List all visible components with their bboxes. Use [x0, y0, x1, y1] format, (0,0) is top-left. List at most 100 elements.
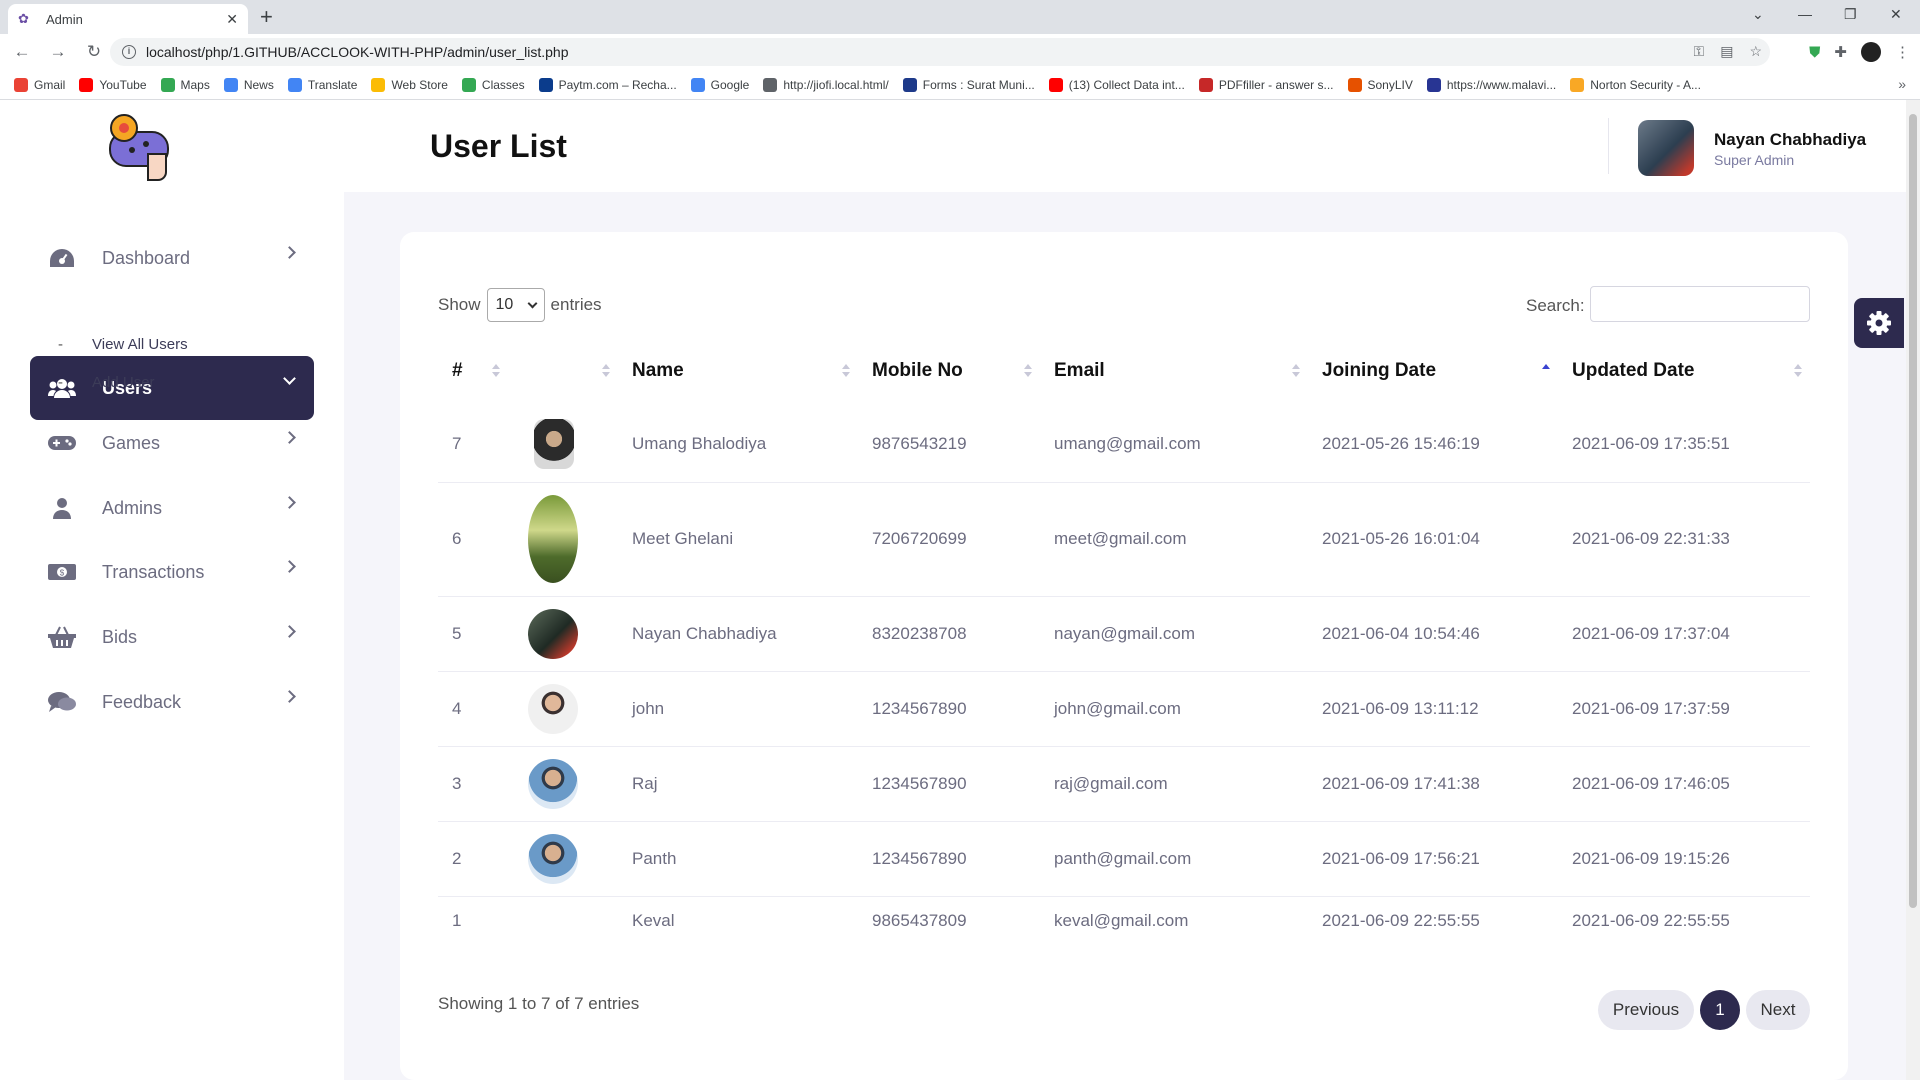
sidebar-item-feedback[interactable]: Feedback — [30, 670, 314, 734]
tab-search-icon[interactable]: ⌄ — [1752, 6, 1764, 23]
bookmark-favicon-icon — [763, 77, 778, 92]
bookmark-favicon-icon — [79, 77, 94, 92]
user-list-card: Show 10 entries Search: # Name Mobile No… — [400, 232, 1848, 1080]
cell-avatar — [508, 746, 618, 822]
chevron-right-icon — [283, 431, 296, 444]
column-header-avatar[interactable] — [508, 336, 618, 406]
sidebar-sub-label: View All Users — [92, 336, 188, 353]
money-icon: $ — [48, 560, 76, 584]
tab-title: Admin — [46, 11, 83, 27]
bookmark-favicon-icon — [690, 77, 705, 92]
close-window-icon[interactable]: ✕ — [1890, 6, 1902, 23]
cell-avatar — [508, 671, 618, 747]
column-header-mobile[interactable]: Mobile No — [858, 336, 1040, 406]
sidebar-item-dashboard[interactable]: Dashboard — [30, 226, 314, 290]
user-icon — [48, 496, 76, 520]
next-button[interactable]: Next — [1746, 990, 1810, 1030]
forward-icon[interactable]: → — [44, 42, 72, 62]
browser-tab[interactable]: ✿ Admin ✕ — [8, 4, 248, 34]
sidebar-sub-add-user[interactable]: - Add User — [58, 374, 155, 391]
bookmarks-bar: Gmail YouTube Maps News Translate Web Store Cl… — [0, 70, 1920, 100]
bookmark-item[interactable]: https://www.malavi... — [1426, 77, 1556, 92]
cell-joined: 2021-06-04 10:54:46 — [1308, 596, 1558, 672]
sidebar-item-transactions[interactable]: $ Transactions — [30, 540, 314, 604]
bookmark-item[interactable]: Gmail — [14, 77, 65, 92]
bookmark-item[interactable]: Google — [690, 77, 749, 92]
reader-icon[interactable]: ▤ — [1720, 43, 1733, 60]
bookmark-label: YouTube — [99, 77, 147, 92]
bookmark-item[interactable]: Paytm.com – Recha... — [538, 77, 677, 92]
bookmark-item[interactable]: Web Store — [371, 77, 448, 92]
show-label: Show — [438, 295, 481, 314]
bookmark-item[interactable]: YouTube — [79, 77, 147, 92]
extensions-icon[interactable]: ✚ — [1834, 43, 1847, 61]
bookmark-item[interactable]: SonyLIV — [1347, 77, 1413, 92]
reload-icon[interactable]: ↻ — [80, 42, 108, 62]
header-divider — [1608, 118, 1609, 174]
cell-email: john@gmail.com — [1040, 671, 1308, 747]
bookmark-label: SonyLIV — [1367, 77, 1413, 92]
sidebar-item-admins[interactable]: Admins — [30, 476, 314, 540]
profile-name[interactable]: Nayan Chabhadiya — [1714, 130, 1866, 150]
sidebar-item-label: Feedback — [102, 691, 182, 712]
cell-name: Umang Bhalodiya — [618, 406, 858, 483]
page-1-button[interactable]: 1 — [1700, 990, 1740, 1030]
sort-icon — [602, 364, 610, 378]
site-info-icon[interactable]: i — [122, 45, 136, 59]
bookmark-item[interactable]: Maps — [160, 77, 210, 92]
cell-id: 7 — [438, 406, 508, 483]
sidebar-item-bids[interactable]: Bids — [30, 605, 314, 669]
bookmark-item[interactable]: http://jiofi.local.html/ — [763, 77, 889, 92]
column-label: Name — [632, 360, 684, 381]
bookmarks-overflow-icon[interactable]: » — [1898, 76, 1906, 92]
cell-updated: 2021-06-09 17:37:04 — [1558, 596, 1810, 672]
sidebar-sub-view-all-users[interactable]: - View All Users — [58, 336, 188, 353]
previous-button[interactable]: Previous — [1598, 990, 1694, 1030]
bookmark-item[interactable]: News — [223, 77, 274, 92]
bookmark-item[interactable]: Classes — [461, 77, 525, 92]
menu-icon[interactable]: ⋮ — [1895, 43, 1910, 61]
search-input[interactable] — [1590, 286, 1810, 322]
settings-button[interactable] — [1854, 298, 1904, 348]
tab-close-icon[interactable]: ✕ — [226, 11, 238, 28]
sidebar-item-games[interactable]: Games — [30, 411, 314, 475]
cell-updated: 2021-06-09 17:35:51 — [1558, 406, 1810, 483]
restore-icon[interactable]: ❐ — [1844, 6, 1857, 23]
cell-id: 1 — [452, 911, 462, 931]
bookmark-label: Classes — [481, 77, 525, 92]
bookmark-item[interactable]: Norton Security - A... — [1570, 77, 1701, 92]
browser-tab-bar: ✿ Admin ✕ + ⌄ — ❐ ✕ — [0, 0, 1920, 34]
scrollbar-thumb[interactable] — [1909, 114, 1917, 908]
column-label: Updated Date — [1572, 360, 1695, 381]
column-header-updated-date[interactable]: Updated Date — [1558, 336, 1810, 406]
column-header-id[interactable]: # — [438, 336, 508, 406]
column-header-email[interactable]: Email — [1040, 336, 1308, 406]
bookmark-item[interactable]: PDFfiller - answer s... — [1198, 77, 1334, 92]
svg-text:$: $ — [60, 569, 65, 578]
address-bar[interactable]: i localhost/php/1.GITHUB/ACCLOOK-WITH-PH… — [110, 38, 1770, 66]
bookmark-item[interactable]: Forms : Surat Muni... — [902, 77, 1035, 92]
bookmark-favicon-icon — [538, 77, 553, 92]
avatar[interactable] — [1638, 120, 1694, 176]
column-header-name[interactable]: Name — [618, 336, 858, 406]
key-icon[interactable]: ⚿ — [1694, 43, 1705, 60]
entries-select[interactable]: 10 — [486, 288, 545, 322]
top-header: User List Nayan Chabhadiya Super Admin — [344, 100, 1920, 192]
cell-mobile: 8320238708 — [858, 596, 1040, 672]
minimize-icon[interactable]: — — [1798, 6, 1812, 22]
profile-icon[interactable] — [1861, 42, 1881, 62]
bookmark-item[interactable]: (13) Collect Data int... — [1048, 77, 1185, 92]
back-icon[interactable]: ← — [8, 42, 36, 62]
cell-joined: 2021-06-09 22:55:55 — [1322, 911, 1480, 931]
column-header-joining-date[interactable]: Joining Date — [1308, 336, 1558, 406]
new-tab-icon[interactable]: + — [260, 4, 273, 30]
cell-joined: 2021-05-26 16:01:04 — [1308, 482, 1558, 597]
profile-role: Super Admin — [1714, 152, 1795, 168]
shield-extension-icon[interactable]: ⛊ — [1809, 44, 1820, 61]
cell-updated: 2021-06-09 17:46:05 — [1558, 746, 1810, 822]
cell-joined: 2021-06-09 17:56:21 — [1308, 821, 1558, 897]
bookmark-favicon-icon — [1347, 77, 1362, 92]
bookmark-item[interactable]: Translate — [287, 77, 357, 92]
star-icon[interactable]: ☆ — [1749, 43, 1762, 60]
page-scrollbar[interactable] — [1906, 100, 1920, 1080]
